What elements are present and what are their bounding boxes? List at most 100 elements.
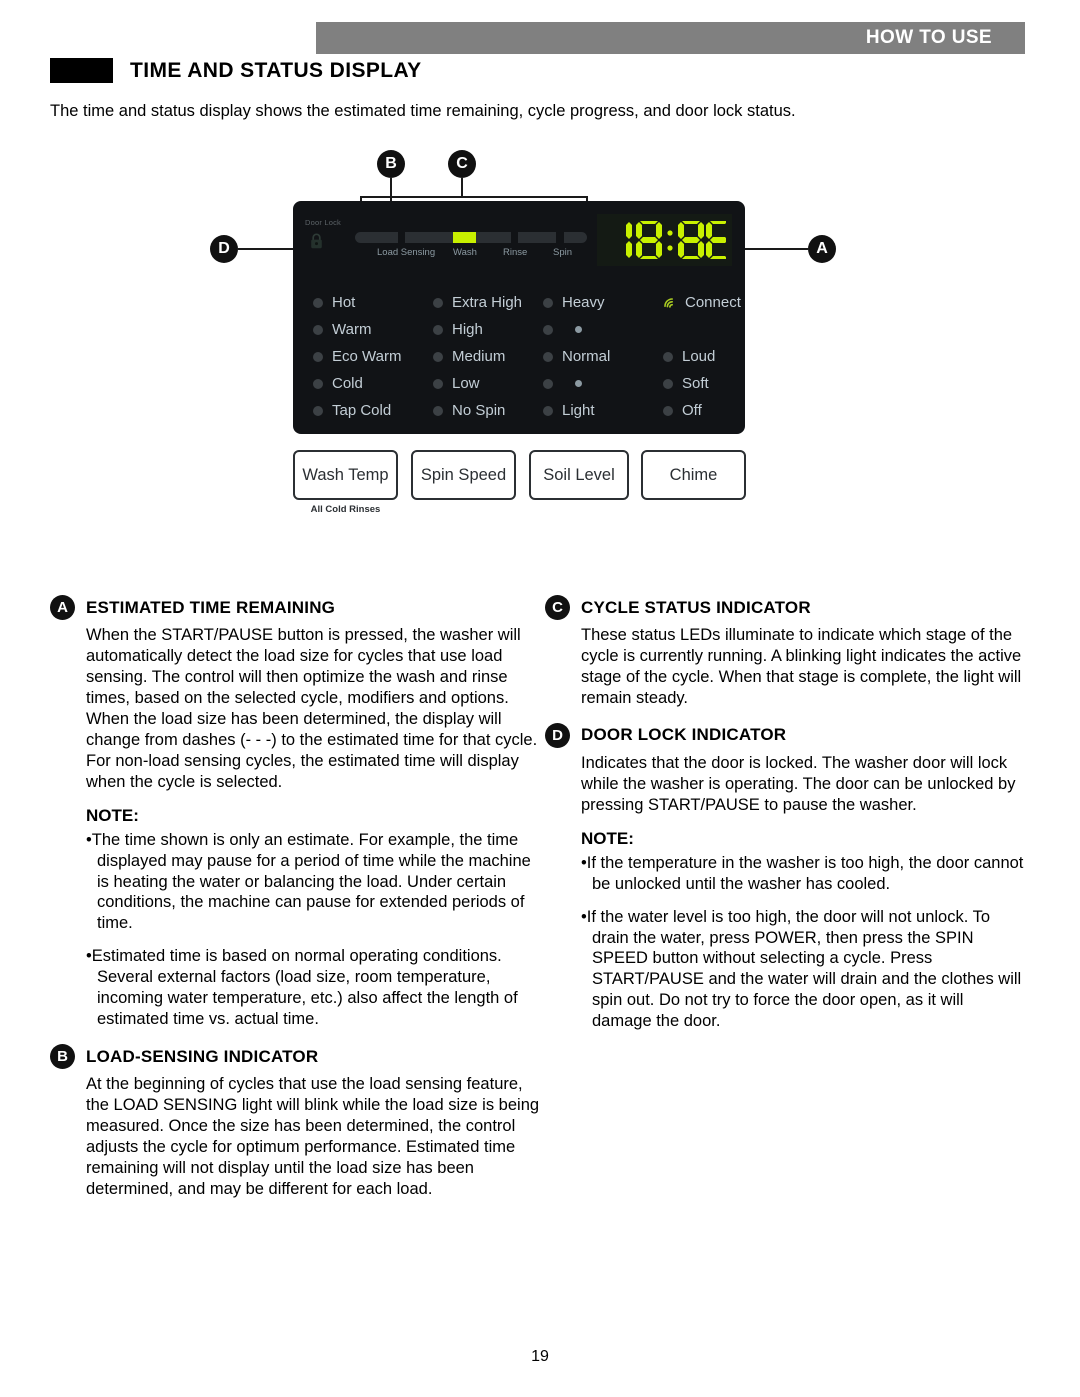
led-dot	[543, 405, 553, 416]
led-dot	[543, 297, 553, 308]
led-no-spin: No Spin	[433, 402, 543, 419]
led-label: Off	[682, 402, 702, 419]
led-dot	[313, 324, 323, 335]
wash-temp-sublabel: All Cold Rinses	[310, 504, 381, 515]
note-text: Estimated time is based on normal operat…	[91, 947, 518, 1029]
led-dot	[433, 297, 443, 308]
led-medium: Medium	[433, 348, 543, 365]
section-d-bubble: D	[545, 722, 570, 748]
led-dot	[313, 297, 323, 308]
progress-segment-active	[452, 232, 476, 243]
intro-paragraph: The time and status display shows the es…	[50, 102, 796, 120]
section-c-bubble: C	[545, 595, 570, 620]
led-placeholder-dot	[575, 380, 582, 387]
led-dot	[663, 351, 673, 362]
led-high: High	[433, 321, 543, 338]
stage-label-rinse: Rinse	[503, 247, 528, 258]
section-b-title: LOAD-SENSING INDICATOR	[86, 1046, 319, 1066]
section-c-title: CYCLE STATUS INDICATOR	[581, 597, 811, 617]
led-dot	[663, 378, 673, 389]
progress-segment	[518, 232, 557, 243]
section-d-note-2: •If the water level is too high, the doo…	[581, 907, 1022, 1031]
led-dot	[433, 378, 443, 389]
led-indicator-grid: Hot Extra High Heavy Connect Warm High E…	[313, 289, 741, 424]
section-a-title: ESTIMATED TIME REMAINING	[86, 597, 336, 617]
note-text: If the temperature in the washer is too …	[586, 853, 1024, 893]
left-column: A ESTIMATED TIME REMAINING When the STAR…	[50, 595, 540, 1213]
callout-a: A	[808, 235, 836, 263]
note-text: The time shown is only an estimate. For …	[91, 830, 531, 933]
led-hot: Hot	[313, 294, 433, 311]
section-c-body: These status LEDs illuminate to indicate…	[581, 626, 1022, 707]
led-dot	[663, 405, 673, 416]
led-light: Light	[543, 402, 663, 419]
progress-segment	[405, 232, 453, 243]
right-column: C CYCLE STATUS INDICATOR These status LE…	[545, 595, 1025, 1044]
led-heavy: Heavy	[543, 294, 663, 311]
section-c-heading: C CYCLE STATUS INDICATOR	[545, 595, 1025, 620]
led-placeholder-dot	[575, 326, 582, 333]
section-d-heading: D DOOR LOCK INDICATOR	[545, 722, 1025, 748]
soil-level-button[interactable]: Soil Level	[529, 450, 629, 500]
led-row: Eco Warm Medium Normal Loud	[313, 343, 733, 370]
led-soil-unlabeled-1	[543, 324, 663, 335]
chime-button[interactable]: Chime	[641, 450, 746, 500]
control-panel-diagram: B C D A Door Lock Load Sensing Wash Rins…	[0, 150, 1080, 540]
section-b-heading: B LOAD-SENSING INDICATOR	[50, 1044, 540, 1070]
led-dot	[313, 378, 323, 389]
led-soft: Soft	[663, 375, 733, 392]
manual-page: HOW TO USE TIME AND STATUS DISPLAY The t…	[0, 0, 1080, 1397]
section-a-note-1: •The time shown is only an estimate. For…	[86, 830, 531, 933]
door-lock-label: Door Lock	[305, 218, 341, 227]
led-label: Hot	[332, 294, 356, 311]
section-d-note-label: NOTE:	[581, 828, 634, 848]
led-label: Extra High	[452, 294, 523, 311]
led-label: Heavy	[562, 294, 605, 311]
callout-b: B	[377, 150, 405, 178]
led-dot	[313, 351, 323, 362]
led-off: Off	[663, 402, 733, 419]
led-row: Warm High	[313, 316, 733, 343]
led-dot	[433, 405, 443, 416]
led-dot	[433, 351, 443, 362]
section-b-body: At the beginning of cycles that use the …	[86, 1075, 540, 1198]
stage-label-load-sensing: Load Sensing	[377, 247, 436, 258]
led-connect: Connect	[663, 294, 741, 311]
led-extra-high: Extra High	[433, 294, 543, 311]
led-cold: Cold	[313, 375, 433, 392]
washer-control-panel: Door Lock Load Sensing Wash Rinse Spin H…	[293, 201, 745, 434]
progress-segment	[563, 232, 587, 243]
led-dot	[543, 378, 553, 389]
led-soil-unlabeled-2	[543, 378, 663, 389]
led-warm: Warm	[313, 321, 433, 338]
section-a-body: When the START/PAUSE button is pressed, …	[86, 626, 538, 791]
led-label: Light	[562, 402, 595, 419]
led-dot	[313, 405, 323, 416]
led-label: Normal	[562, 348, 611, 365]
note-text: If the water level is too high, the door…	[586, 907, 1022, 1031]
led-normal: Normal	[543, 348, 663, 365]
panel-button-row: Wash Temp Spin Speed Soil Level Chime Al…	[293, 450, 753, 515]
led-label: Cold	[332, 375, 363, 392]
section-a-heading: A ESTIMATED TIME REMAINING	[50, 595, 540, 620]
led-tap-cold: Tap Cold	[313, 402, 433, 419]
progress-gap	[397, 232, 406, 243]
section-banner-label: HOW TO USE	[865, 27, 992, 48]
led-label: Eco Warm	[332, 348, 402, 365]
progress-segment	[355, 232, 398, 243]
cycle-progress-bar	[355, 232, 587, 243]
section-a-bubble: A	[50, 595, 75, 620]
leader-line-a	[745, 248, 808, 250]
led-dot	[433, 324, 443, 335]
section-d-title: DOOR LOCK INDICATOR	[581, 725, 787, 745]
progress-segment	[475, 232, 511, 243]
spin-speed-button[interactable]: Spin Speed	[411, 450, 516, 500]
wash-temp-button[interactable]: Wash Temp	[293, 450, 398, 500]
title-bullet-square	[50, 58, 113, 83]
time-display	[597, 214, 732, 266]
led-dot	[543, 351, 553, 362]
led-label: Soft	[682, 375, 709, 392]
section-banner: HOW TO USE	[316, 22, 1025, 54]
page-title: TIME AND STATUS DISPLAY	[130, 58, 422, 82]
led-row: Cold Low Soft	[313, 370, 733, 397]
